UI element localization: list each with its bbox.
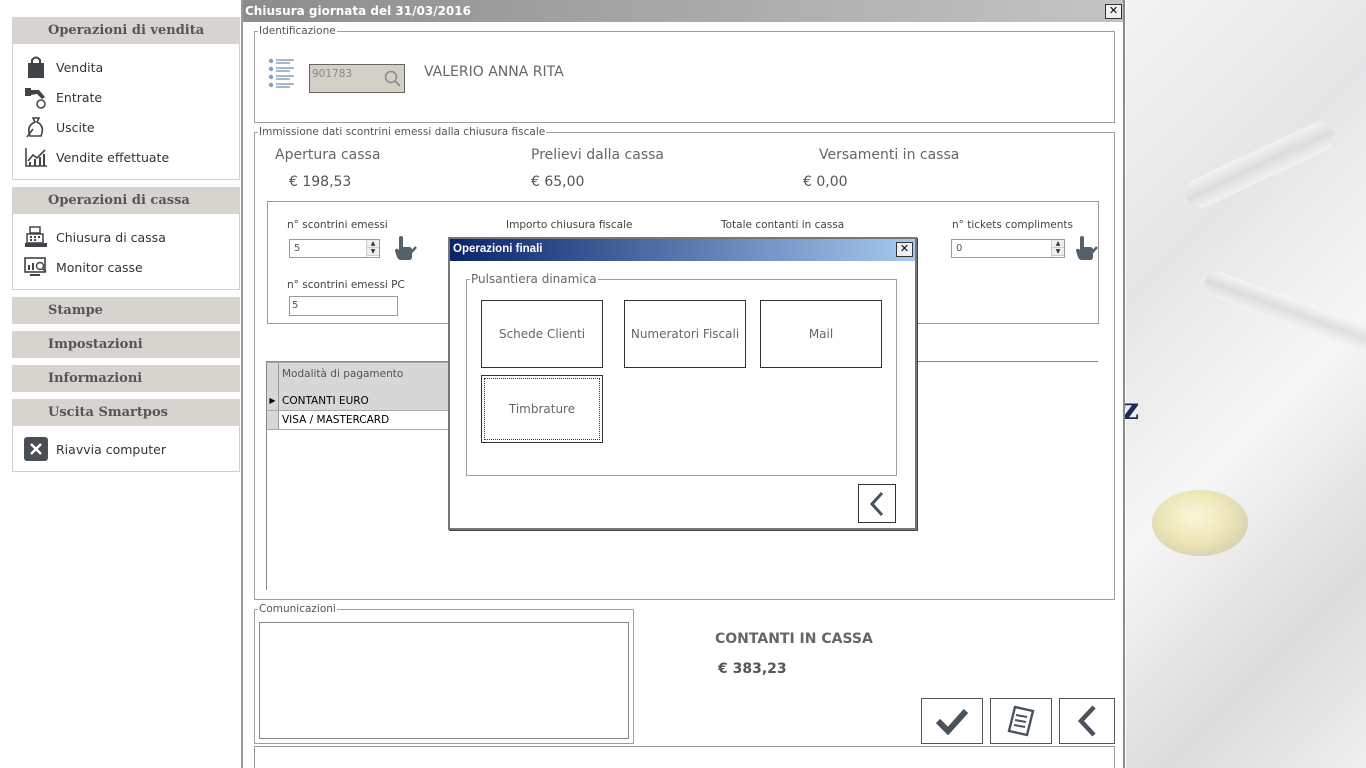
sidebar-item-monitor-casse[interactable]: Monitor casse	[24, 254, 143, 280]
money-bag-icon	[24, 115, 48, 139]
sidebar-item-label: Vendita	[56, 59, 104, 75]
confirm-hand-icon[interactable]	[1074, 235, 1098, 264]
sidebar-item-label: Entrate	[56, 89, 103, 105]
versamenti-value: € 0,00	[803, 174, 848, 190]
grid-header-label: Modalità di pagamento	[282, 368, 404, 380]
sidebar-item-label: Uscite	[56, 119, 95, 135]
timbrature-button[interactable]: Timbrature	[481, 375, 603, 443]
sidebar-item-chiusura-cassa[interactable]: Chiusura di cassa	[24, 224, 166, 250]
contanti-value: € 383,23	[718, 661, 787, 677]
scontrini-pc-input[interactable]: 5	[289, 296, 398, 316]
section-stampe[interactable]: Stampe	[12, 297, 240, 324]
spinner-arrows[interactable]: ▲ ▼	[1051, 240, 1064, 257]
sidebar-item-label: Riavvia computer	[56, 441, 167, 457]
spinner-up-icon[interactable]: ▲	[367, 240, 379, 248]
receipt-button[interactable]	[990, 698, 1052, 744]
window-close-button[interactable]: ✕	[1105, 4, 1122, 19]
prelievi-label: Prelievi dalla cassa	[531, 147, 664, 163]
spinner-down-icon[interactable]: ▼	[367, 248, 379, 256]
chevron-left-icon	[1077, 705, 1096, 737]
table-row[interactable]: ▶ CONTANTI EURO	[267, 392, 452, 411]
comunicazioni-legend: Comunicazioni	[259, 603, 336, 615]
section-impostazioni[interactable]: Impostazioni	[12, 331, 240, 358]
sidebar-item-entrate[interactable]: Entrate	[24, 84, 102, 110]
row-selector	[267, 411, 279, 429]
window-titlebar: Chiusura giornata del 31/03/2016	[243, 0, 1123, 22]
table-cell: VISA / MASTERCARD	[282, 414, 390, 426]
numeratori-fiscali-button[interactable]: Numeratori Fiscali	[624, 300, 746, 368]
dialog-titlebar: Operazioni finali	[450, 239, 915, 261]
contanti-label: CONTANTI IN CASSA	[715, 631, 873, 647]
scontrini-spinner[interactable]: 5 ▲ ▼	[289, 239, 380, 258]
mail-button[interactable]: Mail	[760, 300, 882, 368]
sidebar-item-riavvia-computer[interactable]: Riavvia computer	[24, 436, 166, 462]
confirm-button[interactable]	[921, 698, 983, 744]
section-operazioni-vendita[interactable]: Operazioni di vendita	[12, 17, 240, 44]
section-informazioni[interactable]: Informazioni	[12, 365, 240, 392]
receipt-icon	[1007, 705, 1035, 737]
immissione-legend: Immissione dati scontrini emessi dalla c…	[259, 126, 546, 138]
hand-coin-icon	[24, 85, 48, 109]
table-cell: CONTANTI EURO	[282, 395, 369, 407]
totale-label: Totale contanti in cassa	[721, 219, 845, 231]
tickets-label: n° tickets compliments	[952, 219, 1073, 231]
close-square-icon	[24, 437, 48, 461]
comunicazioni-textarea[interactable]	[259, 622, 629, 739]
grid-row-header-cell	[267, 363, 279, 393]
code-value: 901783	[312, 68, 353, 80]
sidebar-item-vendita[interactable]: Vendita	[24, 54, 103, 80]
tickets-value: 0	[956, 243, 963, 254]
bar-chart-icon	[24, 145, 48, 169]
checkmark-icon	[935, 708, 969, 735]
section-uscita-smartpos[interactable]: Uscita Smartpos	[12, 399, 240, 426]
window-title: Chiusura giornata del 31/03/2016	[245, 4, 471, 18]
grid-header: Modalità di pagamento	[267, 362, 452, 393]
importo-label: Importo chiusura fiscale	[506, 219, 633, 231]
scontrini-pc-label: n° scontrini emessi PC	[287, 279, 405, 291]
versamenti-label: Versamenti in cassa	[819, 147, 960, 163]
spinner-arrows[interactable]: ▲ ▼	[366, 240, 379, 257]
schede-clienti-button[interactable]: Schede Clienti	[481, 300, 603, 368]
scontrini-value: 5	[294, 243, 301, 254]
search-icon[interactable]	[384, 70, 402, 91]
dialog-back-button[interactable]	[858, 484, 896, 523]
shopping-bag-icon	[24, 55, 48, 79]
spinner-up-icon[interactable]: ▲	[1052, 240, 1064, 248]
pulsantiera-legend: Pulsantiera dinamica	[471, 272, 597, 286]
cash-register-icon	[24, 225, 48, 249]
background-shirt-button	[1152, 490, 1248, 556]
sidebar-item-uscite[interactable]: Uscite	[24, 114, 95, 140]
identificazione-legend: Identificazione	[259, 25, 336, 37]
chevron-left-icon	[869, 491, 884, 516]
sidebar: Operazioni di vendita Vendita Entrate Us…	[0, 0, 241, 768]
sidebar-item-vendite-effettuate[interactable]: Vendite effettuate	[24, 144, 169, 170]
section-operazioni-cassa[interactable]: Operazioni di cassa	[12, 187, 240, 214]
payment-grid: Modalità di pagamento ▶ CONTANTI EURO VI…	[266, 362, 452, 590]
dialog-title: Operazioni finali	[453, 243, 543, 255]
dialog-close-button[interactable]: ✕	[896, 242, 913, 257]
table-row[interactable]: VISA / MASTERCARD	[267, 411, 452, 430]
monitor-icon	[24, 255, 48, 279]
list-icon	[268, 58, 296, 95]
sidebar-item-label: Monitor casse	[56, 259, 143, 275]
tickets-spinner[interactable]: 0 ▲ ▼	[951, 239, 1065, 258]
sidebar-item-label: Chiusura di cassa	[56, 229, 166, 245]
code-search-field[interactable]: 901783	[309, 64, 405, 93]
apertura-label: Apertura cassa	[275, 147, 381, 163]
prelievi-value: € 65,00	[531, 174, 585, 190]
status-area	[254, 746, 1115, 768]
apertura-value: € 198,53	[289, 174, 352, 190]
back-button[interactable]	[1059, 698, 1115, 744]
background-photo	[1126, 0, 1366, 768]
scontrini-label: n° scontrini emessi	[287, 219, 388, 231]
sidebar-item-label: Vendite effettuate	[56, 149, 170, 165]
customer-name: VALERIO ANNA RITA	[424, 64, 564, 80]
operazioni-finali-dialog: Operazioni finali ✕ Pulsantiera dinamica…	[448, 237, 917, 530]
confirm-hand-icon[interactable]	[393, 235, 417, 264]
row-selector-icon: ▶	[267, 392, 279, 410]
spinner-down-icon[interactable]: ▼	[1052, 248, 1064, 256]
